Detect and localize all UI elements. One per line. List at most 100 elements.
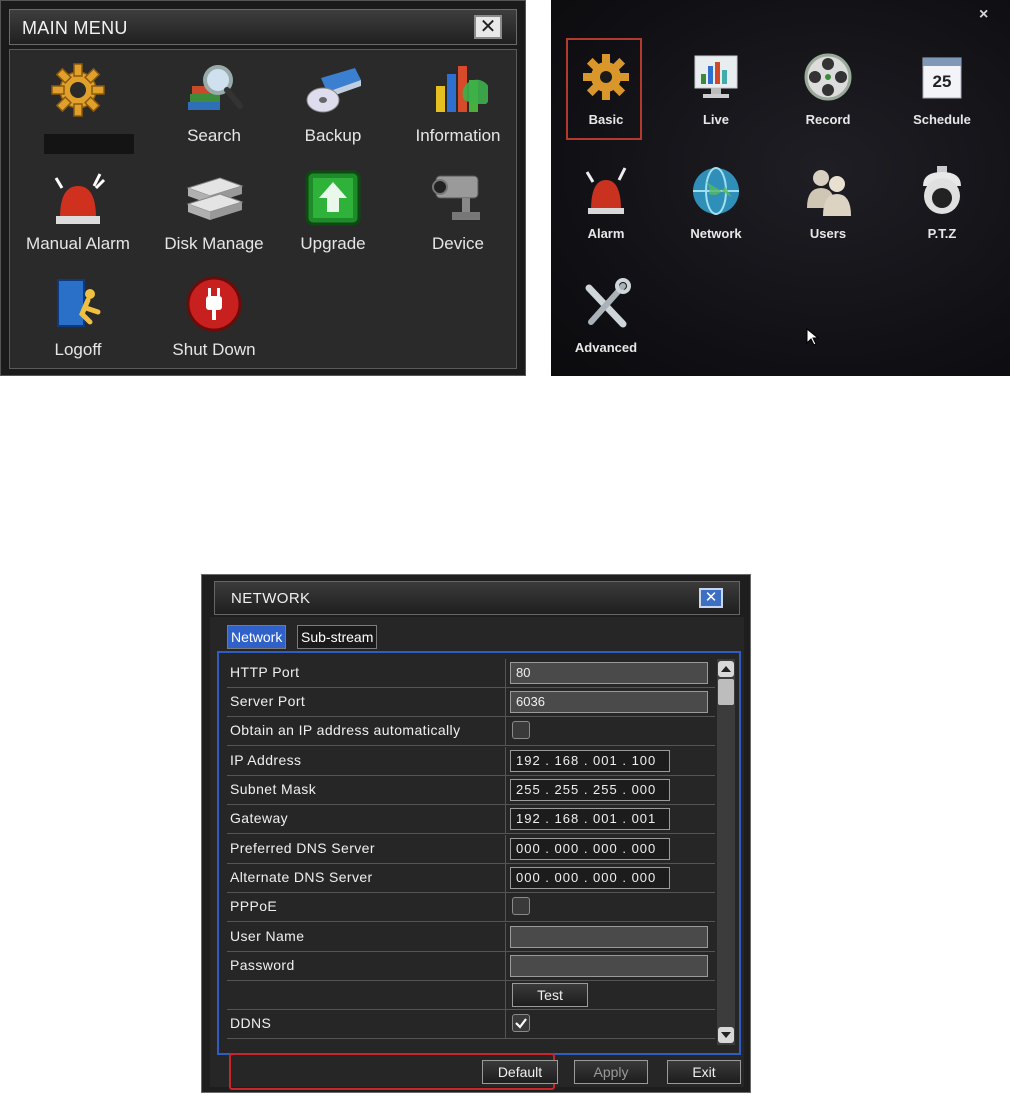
information-icon	[436, 66, 488, 112]
row-alternate-dns: Alternate DNS Server 000 . 000 . 000 . 0…	[227, 864, 715, 893]
row-server-port: Server Port 6036	[227, 688, 715, 717]
photo-item-label: Users	[809, 226, 847, 241]
row-label: PPPoE	[230, 898, 278, 914]
main-menu-window: MAIN MENU ✕ Search Backup Information Ma…	[0, 0, 526, 376]
photo-item-basic[interactable]: Basic	[551, 50, 661, 140]
photo-item-label: Advanced	[574, 340, 638, 355]
photo-item-label: Schedule	[913, 112, 971, 127]
photo-item-users[interactable]: Users	[773, 164, 883, 254]
photo-menu-window: × Basic Live Record 25 Schedule Alarm Ne…	[551, 0, 1010, 376]
row-user-name: User Name	[227, 923, 715, 952]
row-gateway: Gateway 192 . 168 . 001 . 001	[227, 805, 715, 834]
http-port-field[interactable]: 80	[510, 662, 708, 684]
menu-item-upgrade[interactable]: Upgrade	[269, 164, 397, 264]
row-label: Alternate DNS Server	[230, 869, 373, 885]
server-port-field[interactable]: 6036	[510, 691, 708, 713]
row-label: DDNS	[230, 1015, 272, 1031]
password-field[interactable]	[510, 955, 708, 977]
menu-item-shut-down[interactable]: Shut Down	[150, 270, 278, 370]
scroll-thumb[interactable]	[718, 679, 734, 705]
menu-item-label: Shut Down	[172, 340, 256, 359]
scroll-down-icon[interactable]	[718, 1027, 734, 1043]
monitor-icon	[694, 55, 738, 98]
network-title: NETWORK	[231, 590, 311, 607]
row-pppoe: PPPoE	[227, 893, 715, 922]
hidden-label	[44, 134, 134, 154]
photo-item-label: Basic	[588, 112, 624, 127]
scroll-up-icon[interactable]	[718, 661, 734, 677]
photo-item-label: Live	[702, 112, 729, 127]
menu-item-device[interactable]: Device	[394, 164, 522, 264]
alternate-dns-field[interactable]: 000 . 000 . 000 . 000	[510, 867, 670, 889]
menu-item-manual-alarm[interactable]: Manual Alarm	[14, 164, 142, 264]
menu-item-label: Information	[415, 126, 501, 145]
globe-icon	[693, 167, 739, 215]
menu-item-basic[interactable]	[14, 56, 142, 156]
logoff-icon	[57, 279, 101, 327]
photo-item-alarm[interactable]: Alarm	[551, 164, 661, 254]
row-ip-address: IP Address 192 . 168 . 001 . 100	[227, 747, 715, 776]
vertical-scrollbar[interactable]	[717, 659, 735, 1045]
apply-button[interactable]: Apply	[574, 1060, 648, 1084]
network-window: NETWORK ✕ Network Sub-stream HTTP Port 8…	[201, 574, 751, 1093]
tab-network[interactable]: Network	[227, 625, 287, 649]
menu-item-backup[interactable]: Backup	[269, 56, 397, 156]
user-name-field[interactable]	[510, 926, 708, 948]
row-label: Obtain an IP address automatically	[230, 722, 461, 738]
row-label: Password	[230, 957, 295, 973]
ip-address-field[interactable]: 192 . 168 . 001 . 100	[510, 750, 670, 772]
photo-item-live[interactable]: Live	[661, 50, 771, 140]
close-button[interactable]: ✕	[699, 588, 723, 608]
close-icon[interactable]: ×	[979, 6, 988, 24]
checkmark-icon	[515, 1018, 527, 1029]
row-test: Test	[227, 981, 715, 1010]
calendar-day: 25	[932, 72, 952, 91]
row-http-port: HTTP Port 80	[227, 659, 715, 688]
preferred-dns-field[interactable]: 000 . 000 . 000 . 000	[510, 838, 670, 860]
row-preferred-dns: Preferred DNS Server 000 . 000 . 000 . 0…	[227, 835, 715, 864]
alarm-icon	[585, 167, 627, 214]
photo-item-advanced[interactable]: Advanced	[551, 278, 661, 368]
gateway-field[interactable]: 192 . 168 . 001 . 001	[510, 808, 670, 830]
close-button[interactable]: ✕	[474, 15, 502, 39]
test-button[interactable]: Test	[512, 983, 588, 1007]
photo-item-record[interactable]: Record	[773, 50, 883, 140]
menu-item-information[interactable]: Information	[394, 56, 522, 156]
film-reel-icon	[804, 53, 852, 101]
network-titlebar: NETWORK ✕	[214, 581, 740, 615]
obtain-ip-checkbox[interactable]	[512, 721, 530, 739]
row-label: Subnet Mask	[230, 781, 317, 797]
tab-sub-stream[interactable]: Sub-stream	[297, 625, 378, 649]
ptz-camera-icon	[923, 166, 961, 214]
photo-item-label: Alarm	[587, 226, 625, 241]
photo-item-label: P.T.Z	[927, 226, 957, 241]
tools-icon	[585, 278, 631, 328]
row-obtain-ip: Obtain an IP address automatically	[227, 717, 715, 746]
main-menu-grid: Search Backup Information Manual Alarm D…	[9, 49, 517, 369]
search-icon	[188, 65, 243, 110]
photo-item-ptz[interactable]: P.T.Z	[887, 164, 997, 254]
upgrade-icon	[305, 170, 361, 226]
photo-item-label: Network	[690, 226, 742, 241]
menu-item-logoff[interactable]: Logoff	[14, 270, 142, 370]
row-subnet-mask: Subnet Mask 255 . 255 . 255 . 000	[227, 776, 715, 805]
calendar-icon: 25	[915, 50, 969, 104]
menu-item-label: Manual Alarm	[26, 234, 130, 253]
menu-item-label: Logoff	[54, 340, 102, 359]
photo-item-network[interactable]: Network	[661, 164, 771, 254]
row-label: User Name	[230, 928, 305, 944]
power-icon	[186, 276, 242, 332]
photo-item-schedule[interactable]: 25 Schedule	[887, 50, 997, 140]
alarm-icon	[54, 173, 106, 224]
default-button[interactable]: Default	[482, 1060, 558, 1084]
network-content: Network Sub-stream HTTP Port 80 Server P…	[210, 617, 744, 1090]
row-label: Preferred DNS Server	[230, 840, 375, 856]
row-label: IP Address	[230, 752, 302, 768]
main-menu-titlebar: MAIN MENU ✕	[9, 9, 517, 45]
row-label: Server Port	[230, 693, 306, 709]
subnet-mask-field[interactable]: 255 . 255 . 255 . 000	[510, 779, 670, 801]
ddns-checkbox[interactable]	[512, 1014, 530, 1032]
pppoe-checkbox[interactable]	[512, 897, 530, 915]
disk-icon	[186, 177, 244, 220]
exit-button[interactable]: Exit	[667, 1060, 741, 1084]
